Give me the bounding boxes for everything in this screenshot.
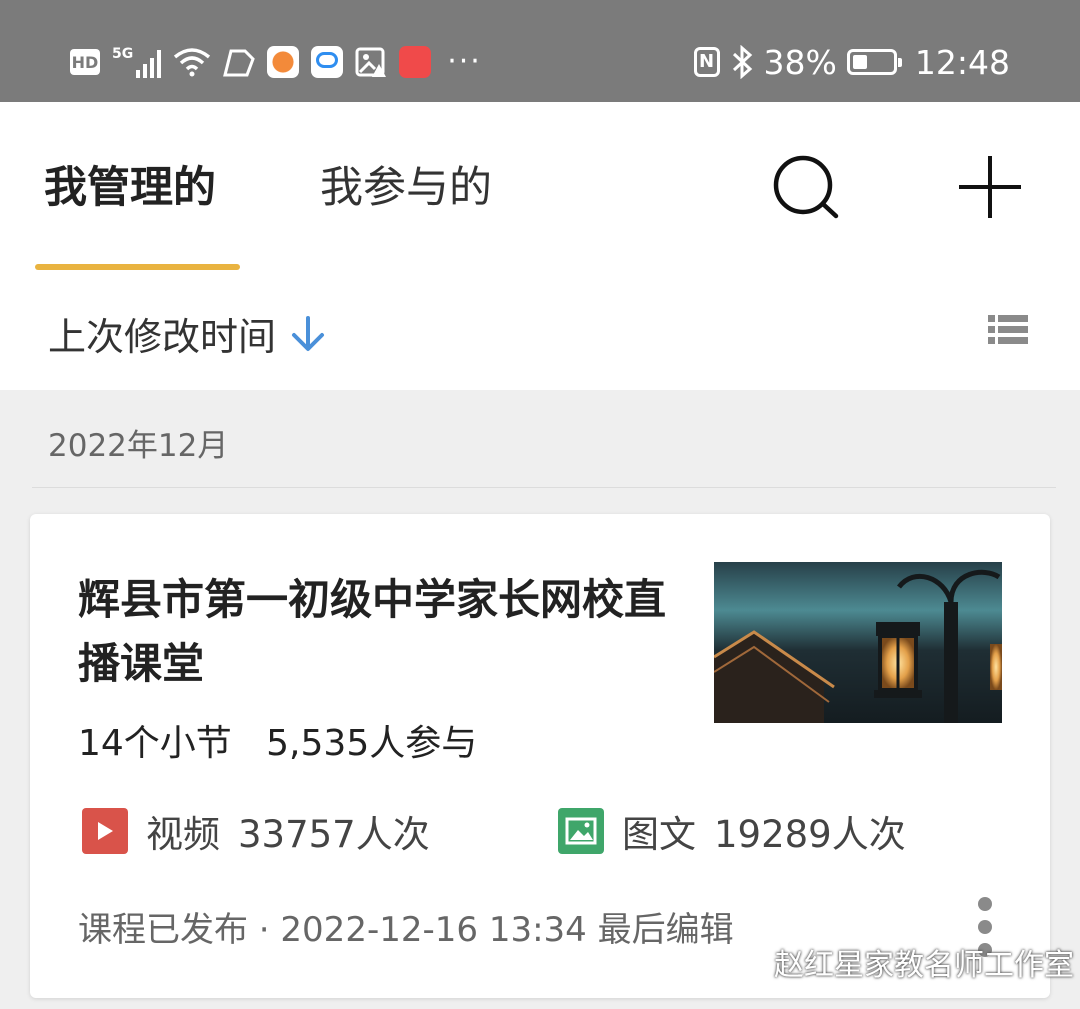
image-text-label: 图文	[622, 813, 696, 856]
watermark-text: 赵红星家教名师工作室	[774, 948, 1074, 983]
signal-icon: 5G	[112, 46, 162, 78]
gallery-warning-icon	[355, 47, 387, 77]
network-type-label: 5G	[112, 46, 134, 62]
add-icon[interactable]	[954, 152, 1026, 224]
course-title: 辉县市第一初级中学家长网校直播课堂	[78, 575, 667, 688]
active-tab-indicator	[35, 264, 240, 270]
image-text-value: 19289人次	[714, 813, 906, 856]
sort-label: 上次修改时间	[48, 315, 277, 359]
more-notifications-icon: ···	[447, 44, 482, 79]
publish-status: 课程已发布 · 2022-12-16 13:34 最后编辑	[78, 910, 734, 950]
month-header: 2022年12月	[48, 428, 229, 464]
tab-managed[interactable]: 我管理的	[44, 160, 216, 216]
section-count: 14个小节	[78, 723, 232, 764]
participant-count: 5,535人参与	[266, 723, 478, 764]
section-divider	[32, 487, 1056, 488]
battery-percent: 38%	[763, 42, 837, 82]
bluetooth-icon	[732, 45, 752, 79]
watermark: 赵红星家教名师工作室	[722, 940, 1074, 984]
sort-selector[interactable]: 上次修改时间	[48, 306, 326, 361]
video-icon	[82, 808, 128, 854]
video-label: 视频	[146, 813, 220, 856]
arrow-down-icon	[292, 315, 325, 351]
status-bar: HD 5G ··· N 38% 12:48	[0, 0, 1080, 102]
course-stats: 14个小节 5,535人参与	[78, 714, 477, 766]
course-card[interactable]: 辉县市第一初级中学家长网校直播课堂 14个小节 5,535人参与 视频 3375…	[30, 514, 1050, 998]
course-thumbnail	[714, 562, 1002, 723]
clock: 12:48	[914, 42, 1010, 82]
notification-shape-icon	[223, 49, 255, 77]
wifi-icon	[174, 48, 211, 77]
wechat-icon	[722, 945, 765, 978]
list-view-icon[interactable]	[988, 314, 1028, 346]
image-text-metric: 图文 19289人次	[558, 804, 906, 858]
chat-app-icon	[311, 46, 344, 78]
video-metric: 视频 33757人次	[82, 804, 430, 858]
image-text-icon	[558, 808, 604, 854]
nfc-icon: N	[693, 47, 720, 77]
tab-participated[interactable]: 我参与的	[320, 160, 492, 216]
video-app-icon	[399, 46, 432, 78]
battery-icon	[846, 49, 902, 75]
orange-app-icon	[267, 46, 300, 78]
status-right: N 38% 12:48	[693, 40, 1010, 84]
status-left: HD 5G ···	[70, 40, 482, 84]
hd-icon: HD	[70, 49, 100, 75]
search-icon[interactable]	[770, 152, 842, 224]
video-value: 33757人次	[238, 813, 430, 856]
